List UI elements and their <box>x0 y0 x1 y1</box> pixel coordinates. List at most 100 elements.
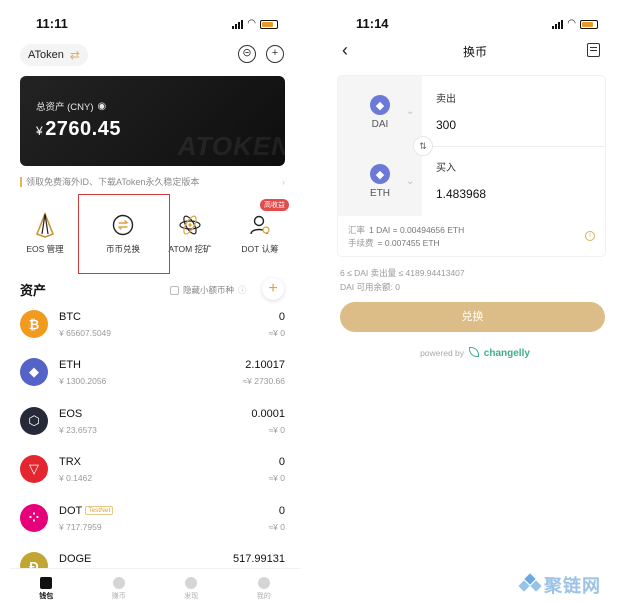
swap-card: ◆ DAI ⌄ 卖出 300 ⇅ ◆ ETH ⌄ 买入 1.483968 汇率 1… <box>338 76 605 256</box>
ethereum-icon: ◆ <box>20 358 48 386</box>
profile-tab-icon <box>257 577 270 589</box>
bitcoin-icon: ₿ <box>20 310 48 338</box>
wallet-tab-icon <box>40 577 53 589</box>
wallet-name: AToken <box>28 49 64 61</box>
hide-small-toggle[interactable]: 隐藏小额币种 ⓘ <box>170 284 247 296</box>
asset-symbol: DOT TestNet <box>59 505 114 517</box>
asset-value: ≈¥ 0 <box>268 473 285 483</box>
asset-balance: 0 <box>278 311 285 323</box>
asset-value: ≈¥ 0 <box>268 425 285 435</box>
message-icon[interactable]: ⊝ <box>238 45 256 63</box>
add-asset-button[interactable]: + <box>262 278 284 300</box>
notice-banner[interactable]: 领取免费海外ID、下载AToken永久稳定版本 › <box>20 175 285 188</box>
atom-icon <box>176 211 204 239</box>
asset-balance: 2.10017 <box>245 359 285 371</box>
status-time: 11:14 <box>356 16 389 31</box>
notice-text: 领取免费海外ID、下载AToken永久稳定版本 <box>26 177 200 187</box>
signal-icon <box>232 19 244 29</box>
asset-balance: 0 <box>278 505 285 517</box>
screenshot-canvas: 11:11 ◠ AToken ⇄ ⊝ + 总资产 (CNY) ◉ ¥2760.4… <box>0 0 636 602</box>
powered-by-text: powered by <box>420 348 465 358</box>
highlight-box <box>78 194 170 274</box>
eos-icon: ⬡ <box>20 407 48 435</box>
tab-earn[interactable]: 赚币 <box>83 569 156 602</box>
status-icons: ◠ <box>232 19 278 29</box>
exchange-button[interactable]: 兑换 <box>340 302 605 332</box>
switch-icon: ⇄ <box>69 48 80 62</box>
swap-screen: 11:14 ◠ ‹ 换币 ◆ DAI ⌄ 卖出 300 ⇅ ◆ ETH ⌄ 买入… <box>330 0 620 602</box>
wallet-switcher[interactable]: AToken ⇄ <box>20 44 88 66</box>
asset-balance: 517.99131 <box>233 553 285 565</box>
rate-value: 1 DAI = 0.00494656 ETH <box>369 225 465 235</box>
sell-amount-input[interactable]: 300 <box>436 118 456 132</box>
sell-label: 卖出 <box>436 94 456 105</box>
asset-balance: 0.0001 <box>251 408 285 420</box>
high-yield-badge: 高收益 <box>260 199 289 211</box>
wifi-icon: ◠ <box>567 18 576 29</box>
rate-info: 汇率 1 DAI = 0.00494656 ETH 手续费 = 0.007455 E… <box>348 224 464 250</box>
notice-bar <box>20 176 22 187</box>
quick-action-dot[interactable]: DOT 认筹 <box>225 205 295 255</box>
eye-icon[interactable]: ◉ <box>98 101 107 112</box>
asset-price: ¥ 65607.5049 <box>59 328 111 338</box>
asset-row[interactable]: ⁘ DOT TestNet ¥ 717.7959 0 ≈¥ 0 <box>20 498 285 542</box>
fee-value: = 0.007455 ETH <box>377 238 440 248</box>
chevron-right-icon: › <box>282 176 285 187</box>
asset-row[interactable]: ◆ ETH ¥ 1300.2056 2.10017 ≈¥ 2730.66 <box>20 352 285 396</box>
asset-row[interactable]: ₿ BTC ¥ 65607.5049 0 ≈¥ 0 <box>20 304 285 348</box>
quick-action-label: DOT 认筹 <box>241 244 279 254</box>
site-watermark: 聚链网 <box>518 572 601 598</box>
fee-row: 手续费 = 0.007455 ETH <box>348 237 464 250</box>
quick-action-label: EOS 管理 <box>26 244 64 254</box>
polkadot-icon: ⁘ <box>20 504 48 532</box>
asset-value: ≈¥ 2730.66 <box>242 376 285 386</box>
tab-discover[interactable]: 发现 <box>155 569 228 602</box>
status-bar: 11:11 ◠ <box>10 16 300 34</box>
status-time: 11:11 <box>36 16 68 31</box>
asset-value: ≈¥ 0 <box>268 522 285 532</box>
total-assets-card: 总资产 (CNY) ◉ ¥2760.45 ATOKEN <box>20 76 285 166</box>
battery-icon <box>580 19 598 29</box>
asset-symbol: TRX <box>59 456 81 468</box>
tab-label: 我的 <box>256 593 271 600</box>
earn-tab-icon <box>112 577 125 589</box>
amount-value: 2760.45 <box>45 118 121 140</box>
info-icon: ⓘ <box>238 285 247 295</box>
info-icon[interactable]: i <box>585 231 595 241</box>
quick-action-eos[interactable]: EOS 管理 <box>10 205 80 255</box>
history-icon[interactable] <box>587 43 600 57</box>
available-balance: DAI 可用余额: 0 <box>340 282 400 292</box>
tab-wallet[interactable]: 钱包 <box>10 569 83 602</box>
buy-amount-value: 1.483968 <box>436 187 487 201</box>
swap-direction-icon[interactable]: ⇅ <box>414 137 432 155</box>
currency-symbol: ¥ <box>36 124 44 138</box>
field-divider <box>422 146 605 147</box>
total-assets-amount: ¥2760.45 <box>36 118 121 141</box>
eos-manage-icon <box>31 211 59 239</box>
chevron-down-icon[interactable]: ⌄ <box>406 106 414 117</box>
total-assets-label: 总资产 (CNY) ◉ <box>36 99 107 114</box>
asset-row[interactable]: ▽ TRX ¥ 0.1462 0 ≈¥ 0 <box>20 449 285 493</box>
wallet-screen: 11:11 ◠ AToken ⇄ ⊝ + 总资产 (CNY) ◉ ¥2760.4… <box>10 0 300 602</box>
assets-title: 资产 <box>20 283 47 298</box>
compass-tab-icon <box>185 577 198 589</box>
tab-label: 钱包 <box>39 593 54 600</box>
status-bar: 11:14 ◠ <box>330 16 620 34</box>
asset-price: ¥ 0.1462 <box>59 473 93 483</box>
buy-field: 买入 1.483968 <box>436 159 486 201</box>
asset-balance: 0 <box>278 456 285 468</box>
tab-label: 赚币 <box>111 593 126 600</box>
signal-icon <box>552 19 564 29</box>
tab-profile[interactable]: 我的 <box>228 569 301 602</box>
limit-text: 6 ≤ DAI 卖出量 ≤ 4189.94413407 <box>340 268 465 278</box>
watermark-logo-icon <box>518 573 542 595</box>
rate-row: 汇率 1 DAI = 0.00494656 ETH <box>348 224 464 237</box>
add-icon[interactable]: + <box>266 45 284 63</box>
buy-coin-name: ETH <box>370 188 390 199</box>
card-watermark: ATOKEN <box>177 131 285 161</box>
asset-price: ¥ 1300.2056 <box>59 376 107 386</box>
asset-value: ≈¥ 0 <box>268 328 285 338</box>
checkbox[interactable] <box>170 285 179 295</box>
asset-row[interactable]: ⬡ EOS ¥ 23.6573 0.0001 ≈¥ 0 <box>20 401 285 445</box>
chevron-down-icon[interactable]: ⌄ <box>406 176 414 187</box>
